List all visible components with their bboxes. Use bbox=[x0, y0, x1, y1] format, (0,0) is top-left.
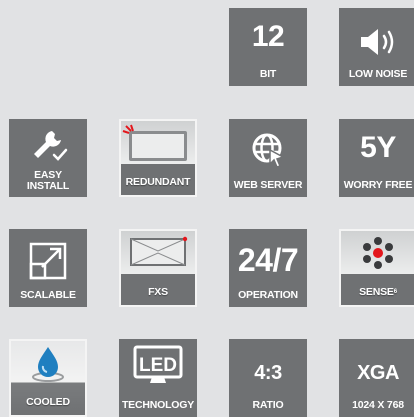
tile-12-bit: 12 BIT bbox=[229, 8, 307, 86]
led-text: LED bbox=[139, 355, 177, 376]
tile-fxs: FXS bbox=[119, 229, 197, 307]
globe-cursor-icon bbox=[252, 133, 285, 168]
easy-install-label: EASY INSTALL bbox=[9, 170, 87, 192]
wrench-check-icon bbox=[34, 131, 68, 161]
easy-install-line2: INSTALL bbox=[26, 180, 70, 192]
warranty-value: 5Y bbox=[360, 131, 396, 164]
speaker-icon bbox=[361, 29, 394, 55]
tile-technology: LED TECHNOLOGY bbox=[119, 339, 197, 417]
tile-sense: SENSE6 bbox=[339, 229, 414, 307]
xga-resolution-label: 1024 X 768 bbox=[352, 399, 404, 411]
tile-cooled: COOLED bbox=[9, 339, 87, 417]
sense-label: SENSE6 bbox=[341, 287, 414, 298]
technology-label: TECHNOLOGY bbox=[121, 399, 195, 411]
redundant-monitor-icon bbox=[122, 124, 187, 161]
redundant-label: REDUNDANT bbox=[125, 176, 191, 188]
tile-web-server: WEB SERVER bbox=[229, 119, 307, 197]
tile-redundant: REDUNDANT bbox=[119, 119, 197, 197]
led-monitor-icon: LED bbox=[133, 345, 183, 383]
tile-operation: 24/7 OPERATION bbox=[229, 229, 307, 307]
low-noise-label: LOW NOISE bbox=[348, 68, 408, 80]
tile-scalable: SCALABLE bbox=[9, 229, 87, 307]
xga-value: XGA bbox=[357, 362, 399, 384]
tile-low-noise: LOW NOISE bbox=[339, 8, 414, 86]
sense-label-sup: 6 bbox=[393, 289, 397, 295]
tile-easy-install: EASY INSTALL bbox=[9, 119, 87, 197]
tile-xga: XGA 1024 X 768 bbox=[339, 339, 414, 417]
bit-label: BIT bbox=[259, 68, 277, 80]
operation-value: 24/7 bbox=[237, 242, 299, 278]
sense-label-text: SENSE bbox=[359, 286, 394, 298]
fxs-screen-icon bbox=[130, 236, 188, 266]
water-drop-icon bbox=[32, 347, 64, 382]
fxs-label: FXS bbox=[148, 286, 168, 298]
ratio-label: RATIO bbox=[252, 399, 284, 411]
web-server-label: WEB SERVER bbox=[233, 179, 303, 191]
bit-depth-value: 12 bbox=[251, 20, 285, 53]
worry-free-label: WORRY FREE bbox=[343, 179, 413, 191]
feature-icon-grid: { "tiles": { "bit": { "big": "12", "labe… bbox=[0, 0, 414, 417]
scale-arrows-icon bbox=[29, 242, 67, 280]
ratio-value: 4:3 bbox=[254, 362, 282, 384]
cooled-label: COOLED bbox=[26, 396, 70, 408]
operation-label: OPERATION bbox=[238, 289, 298, 301]
sensor-dots-icon bbox=[363, 237, 393, 269]
tile-worry-free: 5Y WORRY FREE bbox=[339, 119, 414, 197]
scalable-label: SCALABLE bbox=[20, 289, 76, 301]
tile-ratio: 4:3 RATIO bbox=[229, 339, 307, 417]
